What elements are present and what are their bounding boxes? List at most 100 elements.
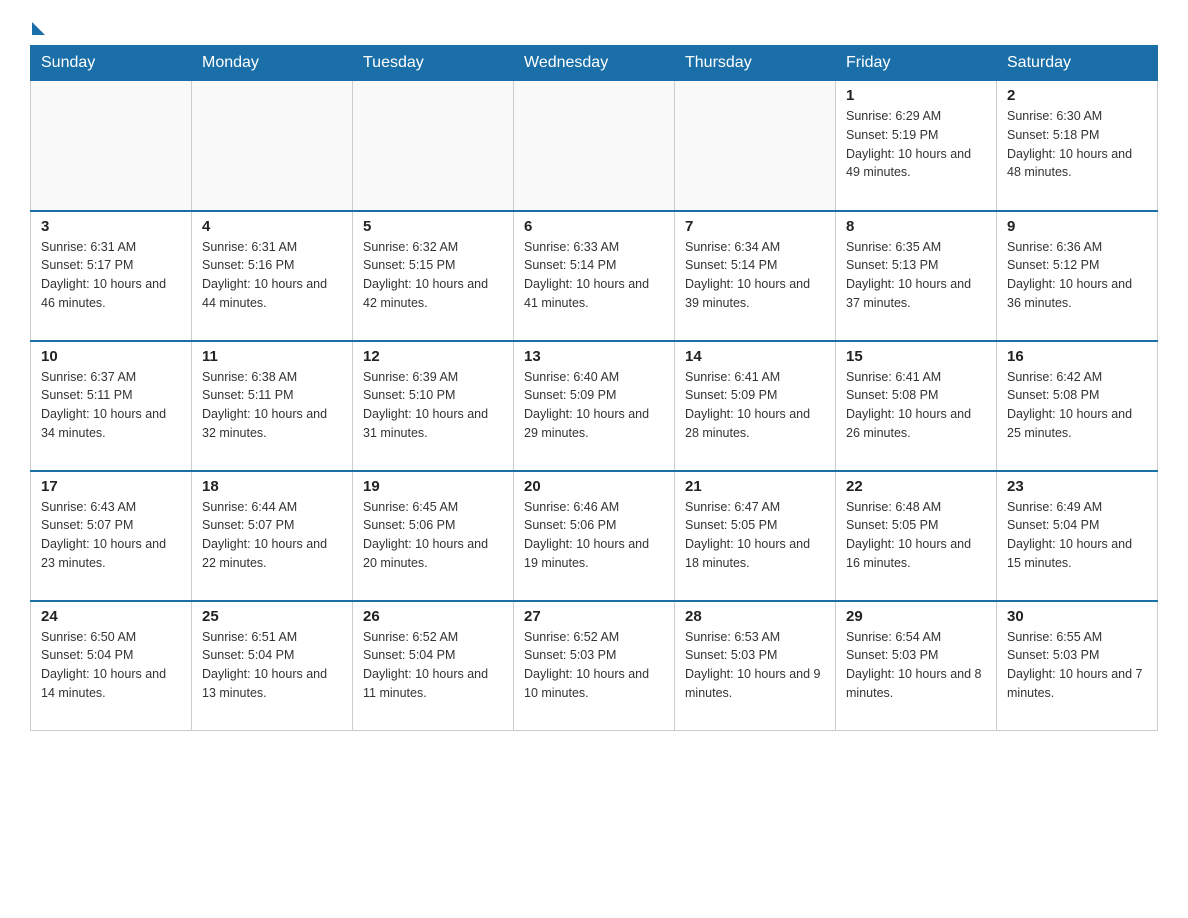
day-number: 19 <box>363 478 503 495</box>
calendar-week-row: 24 Sunrise: 6:50 AMSunset: 5:04 PMDayligh… <box>31 601 1158 731</box>
day-number: 2 <box>1007 87 1147 104</box>
day-info: Sunrise: 6:45 AMSunset: 5:06 PMDaylight:… <box>363 498 503 573</box>
calendar-cell: 10 Sunrise: 6:37 AMSunset: 5:11 PMDayligh… <box>31 341 192 471</box>
day-info: Sunrise: 6:50 AMSunset: 5:04 PMDaylight:… <box>41 628 181 703</box>
logo-arrow-icon <box>32 22 45 35</box>
day-number: 11 <box>202 348 342 365</box>
day-info: Sunrise: 6:52 AMSunset: 5:04 PMDaylight:… <box>363 628 503 703</box>
day-number: 5 <box>363 218 503 235</box>
calendar-cell: 13 Sunrise: 6:40 AMSunset: 5:09 PMDayligh… <box>514 341 675 471</box>
calendar-cell: 29 Sunrise: 6:54 AMSunset: 5:03 PMDayligh… <box>836 601 997 731</box>
calendar-cell: 1 Sunrise: 6:29 AMSunset: 5:19 PMDaylight… <box>836 81 997 211</box>
calendar-cell <box>353 81 514 211</box>
day-number: 17 <box>41 478 181 495</box>
day-number: 18 <box>202 478 342 495</box>
weekday-header-wednesday: Wednesday <box>514 46 675 81</box>
weekday-header-monday: Monday <box>192 46 353 81</box>
calendar-cell <box>31 81 192 211</box>
weekday-header-row: SundayMondayTuesdayWednesdayThursdayFrid… <box>31 46 1158 81</box>
day-info: Sunrise: 6:31 AMSunset: 5:17 PMDaylight:… <box>41 238 181 313</box>
day-number: 6 <box>524 218 664 235</box>
day-number: 28 <box>685 608 825 625</box>
day-number: 7 <box>685 218 825 235</box>
day-info: Sunrise: 6:36 AMSunset: 5:12 PMDaylight:… <box>1007 238 1147 313</box>
day-number: 10 <box>41 348 181 365</box>
day-number: 4 <box>202 218 342 235</box>
calendar-table: SundayMondayTuesdayWednesdayThursdayFrid… <box>30 45 1158 731</box>
weekday-header-thursday: Thursday <box>675 46 836 81</box>
calendar-week-row: 10 Sunrise: 6:37 AMSunset: 5:11 PMDayligh… <box>31 341 1158 471</box>
day-info: Sunrise: 6:33 AMSunset: 5:14 PMDaylight:… <box>524 238 664 313</box>
calendar-cell: 6 Sunrise: 6:33 AMSunset: 5:14 PMDaylight… <box>514 211 675 341</box>
calendar-cell: 28Sunrise: 6:53 AMSunset: 5:03 PMDayligh… <box>675 601 836 731</box>
calendar-cell: 7 Sunrise: 6:34 AMSunset: 5:14 PMDaylight… <box>675 211 836 341</box>
day-number: 20 <box>524 478 664 495</box>
weekday-header-sunday: Sunday <box>31 46 192 81</box>
day-info: Sunrise: 6:41 AMSunset: 5:08 PMDaylight:… <box>846 368 986 443</box>
calendar-cell: 20 Sunrise: 6:46 AMSunset: 5:06 PMDayligh… <box>514 471 675 601</box>
calendar-cell: 26 Sunrise: 6:52 AMSunset: 5:04 PMDayligh… <box>353 601 514 731</box>
day-info: Sunrise: 6:48 AMSunset: 5:05 PMDaylight:… <box>846 498 986 573</box>
page-header <box>30 20 1158 35</box>
day-info: Sunrise: 6:38 AMSunset: 5:11 PMDaylight:… <box>202 368 342 443</box>
calendar-cell: 3 Sunrise: 6:31 AMSunset: 5:17 PMDaylight… <box>31 211 192 341</box>
day-info: Sunrise: 6:40 AMSunset: 5:09 PMDaylight:… <box>524 368 664 443</box>
calendar-cell: 4Sunrise: 6:31 AMSunset: 5:16 PMDaylight… <box>192 211 353 341</box>
day-number: 15 <box>846 348 986 365</box>
day-number: 26 <box>363 608 503 625</box>
calendar-cell: 14 Sunrise: 6:41 AMSunset: 5:09 PMDayligh… <box>675 341 836 471</box>
calendar-cell: 2Sunrise: 6:30 AMSunset: 5:18 PMDaylight… <box>997 81 1158 211</box>
calendar-cell: 12 Sunrise: 6:39 AMSunset: 5:10 PMDayligh… <box>353 341 514 471</box>
day-number: 23 <box>1007 478 1147 495</box>
calendar-cell: 24 Sunrise: 6:50 AMSunset: 5:04 PMDayligh… <box>31 601 192 731</box>
day-info: Sunrise: 6:52 AMSunset: 5:03 PMDaylight:… <box>524 628 664 703</box>
weekday-header-tuesday: Tuesday <box>353 46 514 81</box>
day-info: Sunrise: 6:35 AMSunset: 5:13 PMDaylight:… <box>846 238 986 313</box>
calendar-cell: 18Sunrise: 6:44 AMSunset: 5:07 PMDayligh… <box>192 471 353 601</box>
day-info: Sunrise: 6:29 AMSunset: 5:19 PMDaylight:… <box>846 107 986 182</box>
day-info: Sunrise: 6:51 AMSunset: 5:04 PMDaylight:… <box>202 628 342 703</box>
calendar-cell <box>514 81 675 211</box>
day-number: 9 <box>1007 218 1147 235</box>
calendar-cell: 27 Sunrise: 6:52 AMSunset: 5:03 PMDayligh… <box>514 601 675 731</box>
calendar-cell: 8 Sunrise: 6:35 AMSunset: 5:13 PMDaylight… <box>836 211 997 341</box>
day-number: 13 <box>524 348 664 365</box>
day-number: 27 <box>524 608 664 625</box>
calendar-cell: 21Sunrise: 6:47 AMSunset: 5:05 PMDayligh… <box>675 471 836 601</box>
day-number: 14 <box>685 348 825 365</box>
day-info: Sunrise: 6:46 AMSunset: 5:06 PMDaylight:… <box>524 498 664 573</box>
calendar-week-row: 1 Sunrise: 6:29 AMSunset: 5:19 PMDaylight… <box>31 81 1158 211</box>
calendar-cell: 22 Sunrise: 6:48 AMSunset: 5:05 PMDayligh… <box>836 471 997 601</box>
day-info: Sunrise: 6:42 AMSunset: 5:08 PMDaylight:… <box>1007 368 1147 443</box>
day-info: Sunrise: 6:41 AMSunset: 5:09 PMDaylight:… <box>685 368 825 443</box>
day-number: 3 <box>41 218 181 235</box>
day-info: Sunrise: 6:49 AMSunset: 5:04 PMDaylight:… <box>1007 498 1147 573</box>
day-info: Sunrise: 6:54 AMSunset: 5:03 PMDaylight:… <box>846 628 986 703</box>
day-info: Sunrise: 6:55 AMSunset: 5:03 PMDaylight:… <box>1007 628 1147 703</box>
calendar-cell: 9 Sunrise: 6:36 AMSunset: 5:12 PMDaylight… <box>997 211 1158 341</box>
day-info: Sunrise: 6:39 AMSunset: 5:10 PMDaylight:… <box>363 368 503 443</box>
calendar-week-row: 3 Sunrise: 6:31 AMSunset: 5:17 PMDaylight… <box>31 211 1158 341</box>
day-info: Sunrise: 6:37 AMSunset: 5:11 PMDaylight:… <box>41 368 181 443</box>
day-number: 1 <box>846 87 986 104</box>
day-number: 8 <box>846 218 986 235</box>
day-info: Sunrise: 6:32 AMSunset: 5:15 PMDaylight:… <box>363 238 503 313</box>
day-info: Sunrise: 6:34 AMSunset: 5:14 PMDaylight:… <box>685 238 825 313</box>
calendar-cell <box>192 81 353 211</box>
calendar-week-row: 17Sunrise: 6:43 AMSunset: 5:07 PMDayligh… <box>31 471 1158 601</box>
day-info: Sunrise: 6:47 AMSunset: 5:05 PMDaylight:… <box>685 498 825 573</box>
day-number: 25 <box>202 608 342 625</box>
day-number: 24 <box>41 608 181 625</box>
calendar-cell: 23 Sunrise: 6:49 AMSunset: 5:04 PMDayligh… <box>997 471 1158 601</box>
calendar-cell: 25 Sunrise: 6:51 AMSunset: 5:04 PMDayligh… <box>192 601 353 731</box>
day-number: 29 <box>846 608 986 625</box>
calendar-cell: 17Sunrise: 6:43 AMSunset: 5:07 PMDayligh… <box>31 471 192 601</box>
calendar-cell: 15 Sunrise: 6:41 AMSunset: 5:08 PMDayligh… <box>836 341 997 471</box>
calendar-cell: 30 Sunrise: 6:55 AMSunset: 5:03 PMDayligh… <box>997 601 1158 731</box>
day-number: 22 <box>846 478 986 495</box>
day-number: 12 <box>363 348 503 365</box>
calendar-cell: 11 Sunrise: 6:38 AMSunset: 5:11 PMDayligh… <box>192 341 353 471</box>
day-number: 30 <box>1007 608 1147 625</box>
calendar-cell: 16Sunrise: 6:42 AMSunset: 5:08 PMDayligh… <box>997 341 1158 471</box>
logo <box>30 20 45 35</box>
